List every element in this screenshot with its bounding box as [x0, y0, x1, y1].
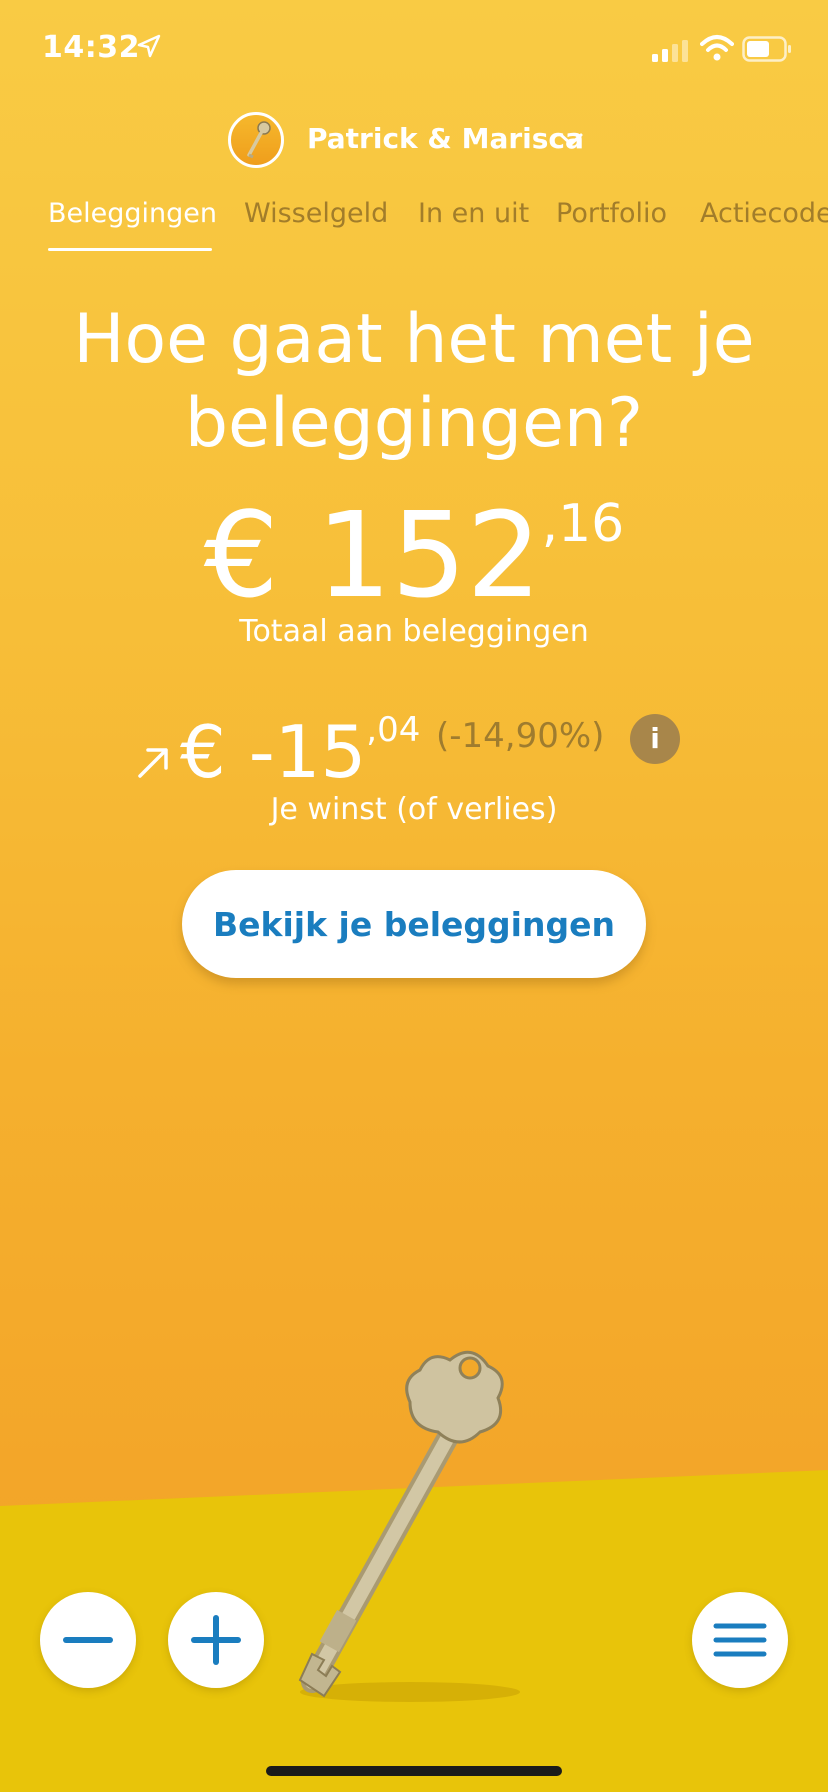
wifi-icon [700, 35, 734, 61]
location-arrow-icon [137, 34, 161, 58]
tab-beleggingen[interactable]: Beleggingen [48, 198, 217, 229]
view-investments-button[interactable]: Bekijk je beleggingen [182, 870, 646, 978]
active-tab-indicator [48, 248, 212, 251]
gain-percentage: (-14,90%) [436, 716, 605, 756]
total-label: Totaal aan beleggingen [239, 614, 589, 649]
gain-cents: 04 [377, 710, 421, 750]
page-title: Hoe gaat het met je beleggingen? [0, 298, 828, 466]
key-illustration [298, 1350, 504, 1698]
menu-button[interactable] [692, 1592, 788, 1688]
page-title-line-2: beleggingen? [184, 384, 644, 463]
tab-portfolio[interactable]: Portfolio [556, 198, 667, 229]
gain-amount: € -15,04 [180, 710, 421, 794]
info-icon[interactable]: i [630, 714, 680, 764]
tab-bar: Beleggingen Wisselgeld In en uit Portfol… [0, 190, 828, 254]
total-separator: , [541, 494, 559, 554]
plus-icon [191, 1615, 241, 1665]
gain-separator: , [366, 710, 378, 750]
minus-icon [63, 1637, 113, 1643]
battery-icon [742, 36, 791, 62]
gain-label: Je winst (of verlies) [270, 792, 558, 827]
total-whole: 152 [316, 486, 542, 624]
account-name: Patrick & Marisca [307, 122, 584, 155]
signal-icon [652, 40, 688, 62]
menu-icon [713, 1623, 767, 1657]
tab-wisselgeld[interactable]: Wisselgeld [244, 198, 388, 229]
tab-actiecode[interactable]: Actiecode [700, 198, 828, 229]
status-bar: 14:32 [0, 0, 828, 100]
zoom-in-button[interactable] [168, 1592, 264, 1688]
gain-whole: € -15 [180, 710, 367, 794]
total-amount: € 152,16 [0, 490, 828, 620]
avatar [228, 112, 284, 168]
zoom-out-button[interactable] [40, 1592, 136, 1688]
key-icon [247, 121, 271, 159]
total-currency: € [203, 486, 279, 624]
page-title-line-1: Hoe gaat het met je [73, 300, 755, 379]
status-time: 14:32 [42, 30, 140, 65]
account-switcher[interactable]: Patrick & Marisca [0, 112, 828, 172]
tab-in-en-uit[interactable]: In en uit [418, 198, 529, 229]
total-cents: 16 [558, 494, 625, 554]
arrow-up-right-icon [138, 748, 168, 778]
chevron-down-icon[interactable] [557, 130, 585, 150]
home-indicator[interactable] [266, 1766, 562, 1776]
